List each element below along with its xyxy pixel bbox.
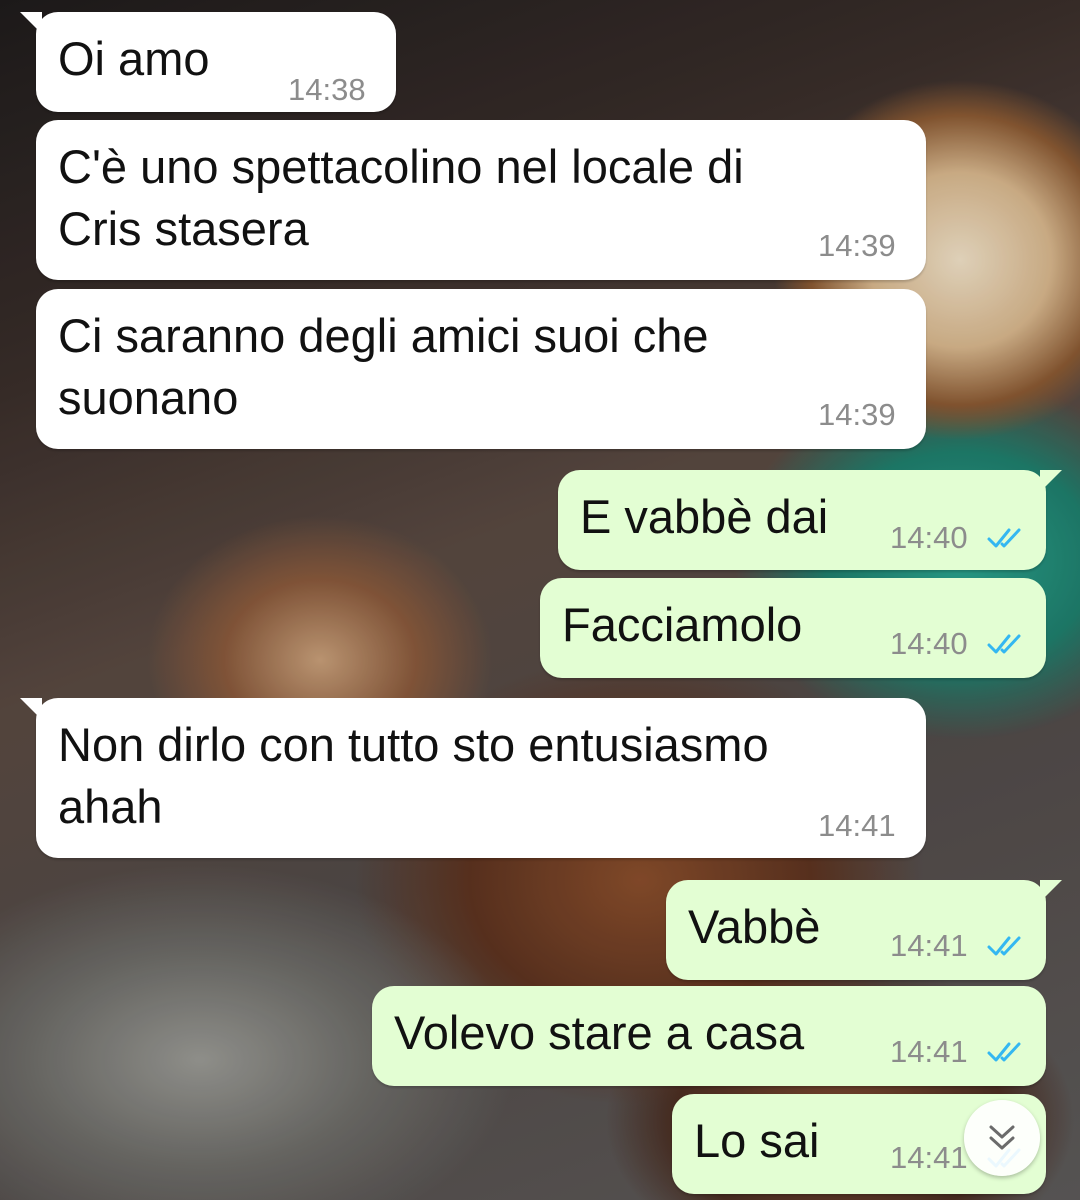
- double-check-icon: [987, 528, 1021, 548]
- outgoing-message[interactable]: Volevo stare a casa 14:41: [372, 986, 1046, 1086]
- double-chevron-down-icon: [989, 1125, 1015, 1150]
- incoming-message[interactable]: C'è uno spettacolino nel locale di Cris …: [36, 120, 926, 280]
- message-time: 14:40: [890, 520, 968, 555]
- message-text: Facciamolo: [562, 598, 803, 651]
- outgoing-message[interactable]: Facciamolo 14:40: [540, 578, 1046, 678]
- incoming-message[interactable]: Oi amo 14:38: [20, 12, 396, 112]
- scroll-to-bottom-button[interactable]: [964, 1100, 1040, 1176]
- outgoing-message[interactable]: E vabbè dai 14:40: [558, 470, 1062, 570]
- message-time: 14:39: [818, 228, 896, 263]
- message-text: Non dirlo con tutto sto entusiasmo ahah: [58, 718, 769, 833]
- message-text: Oi amo: [58, 32, 210, 85]
- message-time: 14:38: [288, 72, 366, 107]
- double-check-icon: [987, 936, 1021, 956]
- message-text: Ci saranno degli amici suoi che suonano: [58, 309, 709, 424]
- outgoing-message[interactable]: Vabbè 14:41: [666, 880, 1062, 980]
- message-text: Volevo stare a casa: [394, 1006, 805, 1059]
- message-text: Vabbè: [688, 900, 821, 953]
- message-time: 14:41: [890, 1034, 968, 1069]
- incoming-message[interactable]: Ci saranno degli amici suoi che suonano …: [36, 289, 926, 449]
- message-time: 14:41: [818, 808, 896, 843]
- double-check-icon: [987, 634, 1021, 654]
- incoming-message[interactable]: Non dirlo con tutto sto entusiasmo ahah …: [20, 698, 926, 858]
- message-time: 14:40: [890, 626, 968, 661]
- message-text: C'è uno spettacolino nel locale di Cris …: [58, 140, 744, 255]
- message-time: 14:41: [890, 928, 968, 963]
- message-text: Lo sai: [694, 1114, 820, 1167]
- message-text: E vabbè dai: [580, 490, 829, 543]
- message-time: 14:39: [818, 397, 896, 432]
- double-check-icon: [987, 1042, 1021, 1062]
- message-time: 14:41: [890, 1140, 968, 1175]
